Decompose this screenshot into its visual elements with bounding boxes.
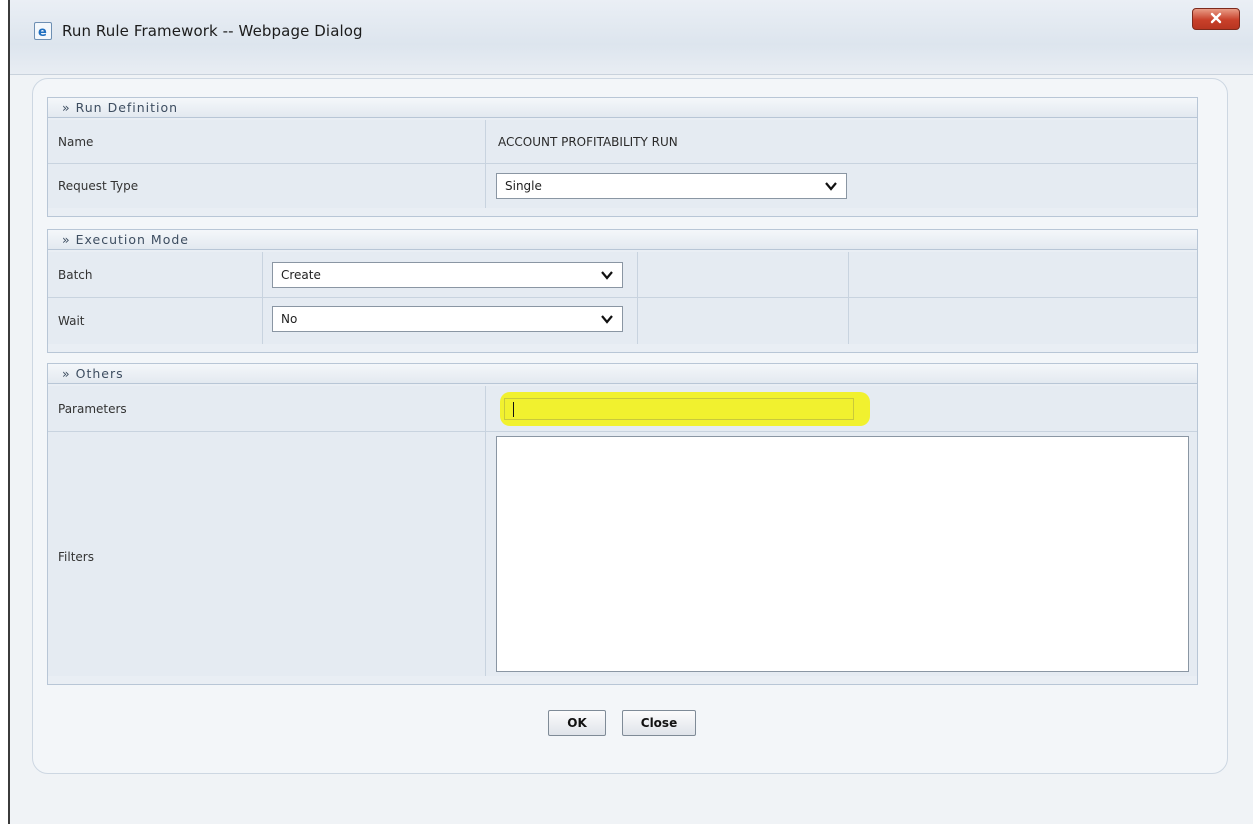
ok-button[interactable]: OK	[548, 710, 606, 736]
batch-row: Batch Create	[48, 252, 1197, 298]
execution-mode-heading: » Execution Mode	[48, 230, 1197, 250]
wait-row: Wait No	[48, 298, 1197, 344]
parameters-input[interactable]	[504, 398, 854, 420]
wait-label: Wait	[58, 314, 85, 328]
wait-value: No	[281, 312, 298, 326]
execution-mode-section: » Execution Mode Batch Create Wait No	[47, 229, 1198, 353]
parameters-row: Parameters	[48, 386, 1197, 432]
request-type-value: Single	[505, 179, 542, 193]
wait-select[interactable]: No	[272, 306, 623, 332]
title-bar: e Run Rule Framework -- Webpage Dialog	[10, 0, 1253, 75]
filters-row: Filters	[48, 432, 1197, 676]
name-label: Name	[58, 135, 94, 149]
request-type-row: Request Type Single	[48, 164, 1197, 208]
filters-label: Filters	[58, 550, 94, 564]
close-button[interactable]: Close	[622, 710, 696, 736]
text-cursor	[513, 402, 514, 417]
close-icon	[1209, 10, 1223, 29]
run-definition-section: » Run Definition Name ACCOUNT PROFITABIL…	[47, 97, 1198, 217]
batch-value: Create	[281, 268, 321, 282]
batch-label: Batch	[58, 268, 93, 282]
name-row: Name ACCOUNT PROFITABILITY RUN	[48, 120, 1197, 164]
others-section: » Others Parameters Filters	[47, 363, 1198, 685]
name-value: ACCOUNT PROFITABILITY RUN	[498, 135, 678, 149]
svg-text:e: e	[38, 25, 47, 39]
filters-textarea[interactable]	[496, 436, 1189, 672]
batch-select[interactable]: Create	[272, 262, 623, 288]
parameters-label: Parameters	[58, 402, 127, 416]
ie-page-icon: e	[34, 22, 52, 40]
chevron-down-icon	[601, 315, 613, 324]
close-window-button[interactable]	[1192, 8, 1240, 30]
chevron-down-icon	[601, 271, 613, 280]
chevron-down-icon	[825, 182, 837, 191]
window-title: Run Rule Framework -- Webpage Dialog	[62, 22, 363, 40]
run-definition-heading: » Run Definition	[48, 98, 1197, 118]
request-type-select[interactable]: Single	[496, 173, 847, 199]
others-heading: » Others	[48, 364, 1197, 384]
request-type-label: Request Type	[58, 179, 139, 193]
